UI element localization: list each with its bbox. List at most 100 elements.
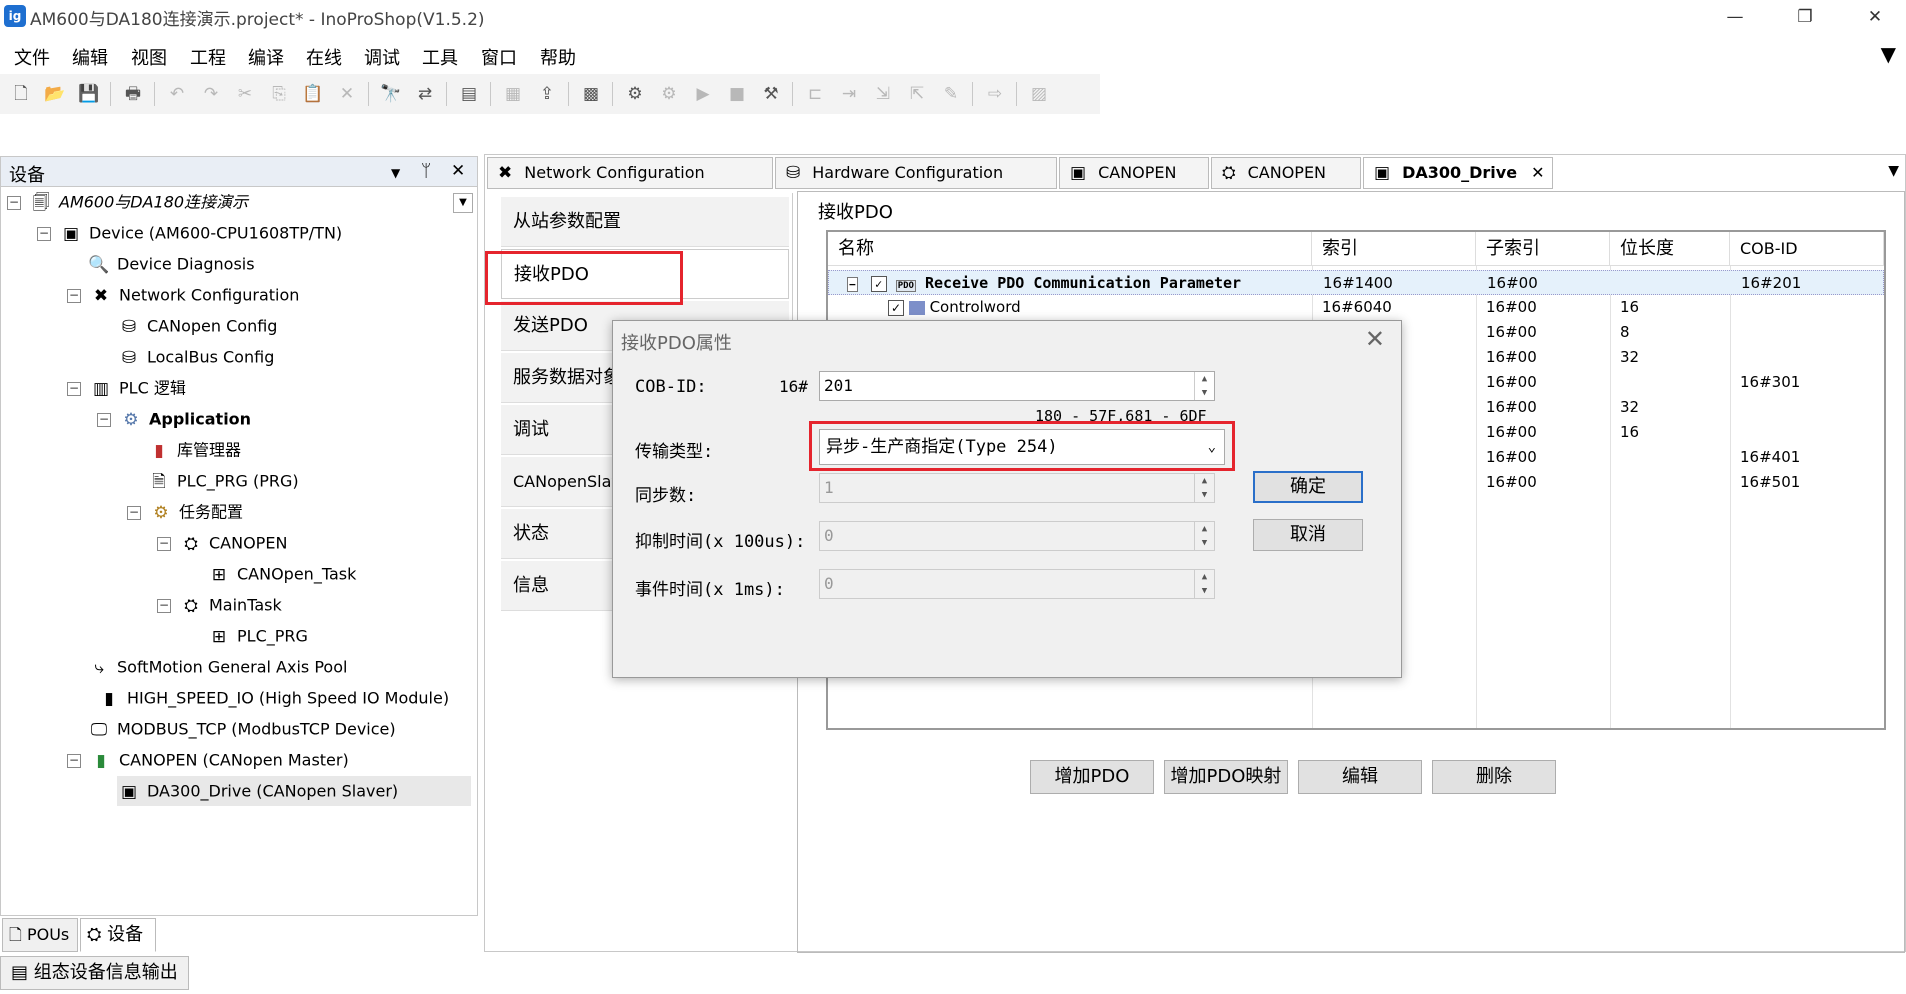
collapse-icon[interactable]: − xyxy=(127,505,141,520)
tree-item-modbus-tcp[interactable]: 🖵 MODBUS_TCP (ModbusTCP Device) xyxy=(87,714,396,744)
sync-count-field[interactable]: 1 ▲ ▼ xyxy=(819,473,1215,503)
tabs-dropdown-icon[interactable]: ▼ xyxy=(1888,163,1899,179)
tree-item-maintask[interactable]: − ⛭ MainTask xyxy=(157,590,282,620)
add-pdo-button[interactable]: 增加PDO xyxy=(1030,760,1154,794)
cob-id-field[interactable]: 201 ▲ ▼ xyxy=(819,371,1215,401)
panel-close-icon[interactable]: ✕ xyxy=(451,161,465,181)
tree-item-device-diagnosis[interactable]: 🔍 Device Diagnosis xyxy=(87,249,254,279)
collapse-icon[interactable]: − xyxy=(97,412,111,427)
simulation-icon[interactable]: ▨ xyxy=(1026,82,1052,106)
tree-item-canopen-master[interactable]: − ▮ CANOPEN (CANopen Master) xyxy=(67,745,349,775)
open-folder-icon[interactable]: 📂 xyxy=(42,82,68,106)
run-icon[interactable]: ▶ xyxy=(690,82,716,106)
tree-item-task-config[interactable]: − ⚙ 任务配置 xyxy=(127,497,243,527)
logout-icon[interactable]: ⚙ xyxy=(656,82,682,106)
save-icon[interactable]: 💾 xyxy=(76,82,102,106)
dialog-close-icon[interactable]: ✕ xyxy=(1365,325,1385,353)
force-icon[interactable]: ⇨ xyxy=(982,82,1008,106)
export-icon[interactable]: ⇪ xyxy=(534,82,560,106)
redo-icon[interactable]: ↷ xyxy=(198,82,224,106)
tree-item-plc-logic[interactable]: − ▥ PLC 逻辑 xyxy=(67,373,186,403)
tree-item-localbus-config[interactable]: ⛁ LocalBus Config xyxy=(117,342,274,372)
filter-icon[interactable]: ▼ xyxy=(1881,42,1896,66)
edit-button[interactable]: 编辑 xyxy=(1298,760,1422,794)
menu-debug[interactable]: 调试 xyxy=(364,44,400,70)
collapse-icon[interactable]: − xyxy=(67,381,81,396)
undo-icon[interactable]: ↶ xyxy=(164,82,190,106)
pin-icon[interactable]: ᛘ xyxy=(421,161,431,181)
table-row[interactable]: − ✓ PDO Receive PDO Communication Parame… xyxy=(828,270,1884,295)
add-pdo-mapping-button[interactable]: 增加PDO映射 xyxy=(1164,760,1288,794)
column-header-index[interactable]: 索引 xyxy=(1312,232,1476,266)
checkbox[interactable]: ✓ xyxy=(888,300,904,316)
sync-count-spinner[interactable]: ▲ ▼ xyxy=(1194,474,1214,502)
add-object-icon[interactable]: ▦ xyxy=(500,82,526,106)
paste-icon[interactable]: 📋 xyxy=(300,82,326,106)
menu-build[interactable]: 编译 xyxy=(248,44,284,70)
tree-item-softmotion[interactable]: ⤷ SoftMotion General Axis Pool xyxy=(87,652,347,682)
column-header-bit-length[interactable]: 位长度 xyxy=(1610,232,1730,266)
column-header-subindex[interactable]: 子索引 xyxy=(1476,232,1610,266)
tab-canopen-device[interactable]: ▣ CANOPEN xyxy=(1059,157,1209,189)
event-time-field[interactable]: 0 ▲ ▼ xyxy=(819,569,1215,599)
tab-pous[interactable]: 🗋 POUs xyxy=(2,918,78,952)
copy-icon[interactable]: ⎘ xyxy=(266,82,292,106)
ok-button[interactable]: 确定 xyxy=(1253,471,1363,503)
collapse-icon[interactable]: − xyxy=(37,226,51,241)
menu-window[interactable]: 窗口 xyxy=(481,44,517,70)
tab-devices[interactable]: ⛭ 设备 xyxy=(80,918,156,952)
find-icon[interactable]: 🔭 xyxy=(378,82,404,106)
breakpoint-icon[interactable]: ⊏ xyxy=(802,82,828,106)
login-icon[interactable]: ⚙ xyxy=(622,82,648,106)
tree-item-network-configuration[interactable]: − ✖ Network Configuration xyxy=(67,280,299,310)
tab-network-configuration[interactable]: ✖ Network Configuration xyxy=(487,157,773,189)
print-icon[interactable]: 🖶 xyxy=(120,82,146,106)
restore-button[interactable]: ❐ xyxy=(1782,2,1828,32)
delete-button[interactable]: 删除 xyxy=(1432,760,1556,794)
tree-item-canopen-task-group[interactable]: − ⛭ CANOPEN xyxy=(157,528,287,558)
minimize-button[interactable]: — xyxy=(1712,2,1758,32)
inhibit-time-field[interactable]: 0 ▲ ▼ xyxy=(819,521,1215,551)
side-tab-slave-params[interactable]: 从站参数配置 xyxy=(501,197,789,247)
collapse-icon[interactable]: − xyxy=(157,536,171,551)
tab-hardware-configuration[interactable]: ⛁ Hardware Configuration xyxy=(775,157,1057,189)
window-icon[interactable]: ▤ xyxy=(456,82,482,106)
menu-project[interactable]: 工程 xyxy=(190,44,226,70)
panel-dropdown-icon[interactable]: ▼ xyxy=(391,166,400,180)
step-out-icon[interactable]: ⇱ xyxy=(904,82,930,106)
close-window-button[interactable]: ✕ xyxy=(1852,2,1898,32)
menu-help[interactable]: 帮助 xyxy=(540,44,576,70)
collapse-icon[interactable]: − xyxy=(7,195,21,210)
tab-da300-drive[interactable]: ▣ DA300_Drive ✕ xyxy=(1363,157,1553,189)
new-file-icon[interactable]: 🗋 xyxy=(8,82,34,106)
step-over-icon[interactable]: ⇥ xyxy=(836,82,862,106)
collapse-icon[interactable]: − xyxy=(67,753,81,768)
menu-tools[interactable]: 工具 xyxy=(422,44,458,70)
inhibit-time-spinner[interactable]: ▲ ▼ xyxy=(1194,522,1214,550)
tree-item-library-manager[interactable]: ▮ 库管理器 xyxy=(147,435,241,465)
collapse-icon[interactable]: − xyxy=(157,598,171,613)
tree-item-project[interactable]: − 🗐 AM600与DA180连接演示 ▼ xyxy=(7,187,477,217)
reset-icon[interactable]: ⚒ xyxy=(758,82,784,106)
cancel-button[interactable]: 取消 xyxy=(1253,519,1363,551)
tree-dropdown-icon[interactable]: ▼ xyxy=(453,193,473,213)
column-header-cob-id[interactable]: COB-ID xyxy=(1730,232,1884,266)
replace-icon[interactable]: ⇄ xyxy=(412,82,438,106)
tree-item-da300-drive[interactable]: ▣ DA300_Drive (CANopen Slaver) xyxy=(117,776,471,806)
tree-item-application[interactable]: − ⚙ Application xyxy=(97,404,251,434)
write-values-icon[interactable]: ✎ xyxy=(938,82,964,106)
menu-view[interactable]: 视图 xyxy=(131,44,167,70)
tree-item-canopen-task[interactable]: ⊞ CANOpen_Task xyxy=(207,559,356,589)
delete-icon[interactable]: ✕ xyxy=(334,82,360,106)
build-icon[interactable]: ▩ xyxy=(578,82,604,106)
config-output-tab[interactable]: ▤ 组态设备信息输出 xyxy=(0,956,189,990)
tree-item-device[interactable]: − ▣ Device (AM600-CPU1608TP/TN) xyxy=(37,218,342,248)
close-tab-icon[interactable]: ✕ xyxy=(1531,163,1544,182)
collapse-icon[interactable]: − xyxy=(847,277,858,292)
menu-online[interactable]: 在线 xyxy=(306,44,342,70)
collapse-icon[interactable]: − xyxy=(67,288,81,303)
column-header-name[interactable]: 名称 xyxy=(828,232,1312,266)
tree-item-canopen-config[interactable]: ⛁ CANopen Config xyxy=(117,311,278,341)
step-into-icon[interactable]: ⇲ xyxy=(870,82,896,106)
table-row[interactable]: ✓ Controlword 16#6040 16#00 16 xyxy=(828,295,1884,320)
